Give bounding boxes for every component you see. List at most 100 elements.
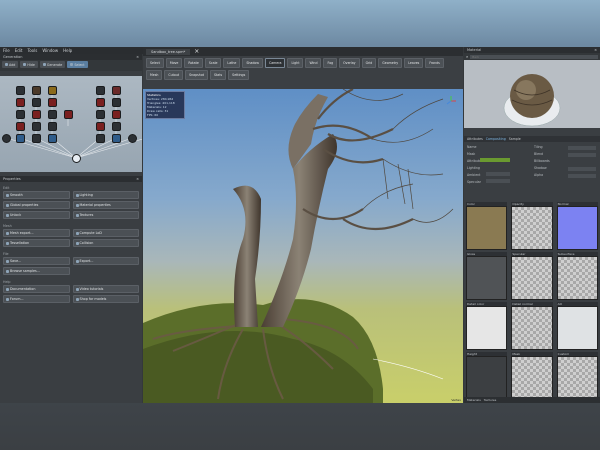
ribbon-geometry-button[interactable]: Geometry: [378, 58, 403, 68]
ribbon-stats-button[interactable]: Stats: [210, 70, 227, 80]
graph-node[interactable]: [48, 86, 57, 95]
texture-slot[interactable]: Color: [466, 202, 508, 250]
graph-node[interactable]: [32, 122, 41, 131]
texture-slot[interactable]: Opacity: [511, 202, 553, 250]
documentation-button[interactable]: Documentation: [3, 285, 70, 293]
shadow-dropdown[interactable]: [568, 167, 596, 171]
graph-node[interactable]: [2, 134, 11, 143]
menu-window[interactable]: Window: [42, 48, 58, 53]
global-properties-button[interactable]: Global properties: [3, 201, 70, 209]
graph-node[interactable]: [112, 122, 121, 131]
ribbon-fronds-button[interactable]: Fronds: [425, 58, 444, 68]
forum-button[interactable]: Forum...: [3, 295, 70, 303]
graph-node[interactable]: [96, 98, 105, 107]
graph-node[interactable]: [96, 134, 105, 143]
menu-edit[interactable]: Edit: [15, 48, 23, 53]
texture-slot[interactable]: Normal: [556, 202, 598, 250]
graph-node[interactable]: [16, 98, 25, 107]
ribbon-shadow-button[interactable]: Shadow: [242, 58, 263, 68]
save-button[interactable]: Save...: [3, 257, 70, 265]
texture-slot[interactable]: AO: [556, 302, 598, 350]
menu-help[interactable]: Help: [63, 48, 72, 53]
material-search-input[interactable]: [470, 54, 598, 59]
ribbon-lathe-button[interactable]: Lathe: [223, 58, 241, 68]
export-button[interactable]: Export...: [72, 257, 139, 265]
axis-gizmo-icon[interactable]: [445, 95, 457, 107]
ribbon-settings-button[interactable]: Settings: [228, 70, 250, 80]
graph-node[interactable]: [96, 122, 105, 131]
graph-node[interactable]: [48, 98, 57, 107]
texture-slot[interactable]: Height: [466, 352, 508, 400]
graph-node[interactable]: [96, 110, 105, 119]
ribbon-cutout-button[interactable]: Cutout: [164, 70, 184, 80]
document-tab[interactable]: Sandbox_tree.spm*: [146, 48, 191, 55]
tab-compositing[interactable]: Compositing: [486, 137, 506, 141]
ribbon-light-button[interactable]: Light: [287, 58, 304, 68]
ribbon-scale-button[interactable]: Scale: [204, 58, 222, 68]
texture-slot[interactable]: Gloss: [466, 252, 508, 300]
graph-node[interactable]: [112, 86, 121, 95]
shop-button[interactable]: Shop for models: [72, 295, 139, 303]
ribbon-leaves-button[interactable]: Leaves: [404, 58, 424, 68]
3d-viewport[interactable]: Statistics Vertices: 284,962 Triangles: …: [143, 89, 463, 403]
tiling-field[interactable]: [568, 146, 596, 150]
ribbon-wind-button[interactable]: Wind: [305, 58, 322, 68]
smooth-button[interactable]: Smooth: [3, 191, 70, 199]
ribbon-fog-button[interactable]: Fog: [323, 58, 338, 68]
graph-node[interactable]: [32, 98, 41, 107]
graph-node[interactable]: [16, 86, 25, 95]
material-preview[interactable]: [464, 60, 600, 128]
ambient-dropdown[interactable]: [486, 179, 510, 183]
tab-sample[interactable]: Sample: [509, 137, 521, 141]
ribbon-mesh-button[interactable]: Mesh: [146, 70, 163, 80]
close-icon[interactable]: ×: [136, 55, 139, 59]
graph-node[interactable]: [16, 134, 25, 143]
ribbon-move-button[interactable]: Move: [165, 58, 183, 68]
graph-add-button[interactable]: Add: [2, 61, 19, 68]
texture-slot[interactable]: Mask: [511, 352, 553, 400]
texture-slot[interactable]: Detail normal: [511, 302, 553, 350]
graph-node[interactable]: [32, 110, 41, 119]
tab-attributes[interactable]: Attributes: [467, 137, 483, 141]
tessellation-button[interactable]: Tessellation: [3, 239, 70, 247]
graph-select-button[interactable]: Select: [67, 61, 88, 68]
graph-generate-button[interactable]: Generate: [39, 61, 66, 68]
tab-textures[interactable]: Textures: [484, 398, 497, 402]
graph-node[interactable]: [112, 98, 121, 107]
graph-node[interactable]: [112, 110, 121, 119]
menu-tools[interactable]: Tools: [27, 48, 37, 53]
ribbon-camera-button[interactable]: Camera: [264, 58, 286, 68]
menu-file[interactable]: File: [3, 48, 10, 53]
ribbon-select-button[interactable]: Select: [146, 58, 164, 68]
graph-hide-button[interactable]: Hide: [20, 61, 38, 68]
textures-button[interactable]: Textures: [72, 211, 139, 219]
ribbon-snapshot-button[interactable]: Snapshot: [185, 70, 209, 80]
texture-slot[interactable]: Detail color: [466, 302, 508, 350]
alpha-field[interactable]: [568, 174, 596, 178]
graph-node[interactable]: [96, 86, 105, 95]
lighting-button[interactable]: Lighting: [72, 191, 139, 199]
collision-button[interactable]: Collision: [72, 239, 139, 247]
texture-slot[interactable]: Specular: [511, 252, 553, 300]
graph-node[interactable]: [16, 122, 25, 131]
graph-node[interactable]: [32, 86, 41, 95]
unlock-button[interactable]: Unlock: [3, 211, 70, 219]
generation-graph[interactable]: [0, 76, 147, 172]
ribbon-overlay-button[interactable]: Overlay: [339, 58, 360, 68]
close-document-icon[interactable]: ×: [194, 48, 199, 55]
graph-node[interactable]: [64, 110, 73, 119]
color-swatch[interactable]: [480, 158, 510, 162]
blend-dropdown[interactable]: [568, 153, 596, 157]
graph-node[interactable]: [48, 110, 57, 119]
graph-node[interactable]: [48, 122, 57, 131]
close-icon[interactable]: ×: [136, 177, 139, 181]
graph-node[interactable]: [112, 134, 121, 143]
texture-slot[interactable]: Subsurface: [556, 252, 598, 300]
tab-materials[interactable]: Materials: [467, 398, 481, 402]
graph-node[interactable]: [128, 134, 137, 143]
material-properties-button[interactable]: Material properties: [72, 201, 139, 209]
texture-slot[interactable]: Custom: [556, 352, 598, 400]
graph-node[interactable]: [32, 134, 41, 143]
graph-node[interactable]: [48, 134, 57, 143]
video-tutorials-button[interactable]: Video tutorials: [72, 285, 139, 293]
